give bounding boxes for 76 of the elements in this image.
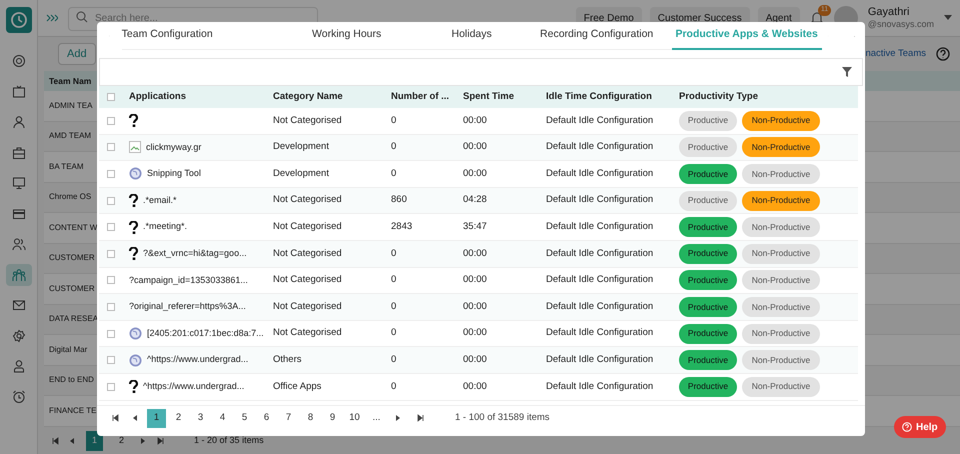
table-cell-text: 00:00: [463, 353, 488, 368]
table-cell: DATA RESEA: [49, 313, 98, 326]
table-cell-text: Others: [273, 353, 303, 368]
table-cell-text: ^https://www.undergrad...: [147, 353, 248, 366]
table-cell-text: Default Idle Configuration: [546, 166, 654, 181]
table-cell-text: Default Idle Configuration: [546, 273, 654, 288]
column-header: Spent Time: [463, 90, 516, 104]
table-cell-text: Default Idle Configuration: [546, 220, 654, 234]
table-cell-text: Default Idle Configuration: [546, 246, 654, 261]
table-cell-text: 0: [391, 114, 398, 128]
column-header: Category Name: [273, 90, 344, 104]
page-summary: 1 - 100 of 31589 items: [455, 410, 550, 425]
table-cell-text: Default Idle Configuration: [546, 326, 654, 340]
table-cell-text: [2405:201:c017:1bec:d8a:7...: [147, 326, 264, 340]
table-cell-text: Snipping Tool: [147, 167, 201, 180]
table-cell-text: Default Idle Configuration: [546, 353, 654, 368]
table-cell-text: ?&ext_vrnc=hi&tag=goo...: [143, 247, 247, 260]
table-cell-text: Default Idle Configuration: [546, 114, 654, 128]
table-cell: FINANCE TE: [49, 404, 96, 417]
column-header: Applications: [129, 90, 188, 104]
table-cell: BA TEAM: [49, 160, 84, 173]
table-cell: CONTENT W: [49, 222, 98, 234]
column-header: Number of ...: [391, 90, 450, 104]
table-cell-text: Not Categorised: [273, 273, 343, 288]
table-cell-text: 0: [391, 273, 398, 288]
table-cell-text: .*email.*: [143, 194, 177, 207]
table-cell-text: 35:47: [463, 220, 488, 234]
table-cell-text: Development: [273, 166, 330, 181]
table-cell: ADMIN TEA: [49, 100, 92, 112]
table-cell: Digital Mar: [49, 344, 88, 356]
table-cell-text: 0: [391, 166, 398, 181]
table-cell-text: Not Categorised: [273, 220, 343, 234]
column-header: Team Nam: [49, 74, 92, 88]
column-header: Productivity Type: [679, 90, 760, 104]
table-cell-text: 00:00: [463, 246, 488, 261]
table-cell-text: 00:00: [463, 114, 488, 128]
table-cell-text: ?campaign_id=1353033861...: [129, 274, 248, 287]
table-cell-text: 0: [391, 246, 398, 261]
table-cell-text: 0: [391, 300, 398, 314]
page-summary: 1 - 20 of 35 items: [194, 434, 264, 447]
table-cell-text: Not Categorised: [273, 326, 343, 340]
table-cell: AMD TEAM: [49, 130, 92, 142]
table-cell-text: 00:00: [463, 300, 488, 314]
table-cell-text: 00:00: [463, 273, 488, 288]
table-cell-text: Not Categorised: [273, 300, 343, 314]
table-cell-text: Office Apps: [273, 380, 322, 394]
table-cell-text: 2843: [391, 220, 414, 234]
table-cell-text: Default Idle Configuration: [546, 380, 654, 394]
table-cell-text: 0: [391, 326, 398, 340]
table-cell: Chrome OS: [49, 191, 92, 204]
user-email: @snovasys.com: [868, 19, 934, 30]
table-cell-text: Default Idle Configuration: [546, 300, 654, 314]
table-cell: CUSTOMER: [49, 282, 95, 295]
table-cell-text: Default Idle Configuration: [546, 140, 654, 154]
table-cell: END to END: [49, 374, 94, 386]
table-cell-text: Development: [273, 140, 330, 154]
column-header: Idle Time Configuration: [546, 90, 653, 104]
user-name: Gayathri: [868, 6, 910, 20]
table-cell-text: 0: [391, 140, 398, 154]
table-cell-text: 00:00: [463, 326, 488, 340]
table-cell-text: Default Idle Configuration: [546, 193, 654, 208]
table-cell-text: 04:28: [463, 193, 488, 208]
table-cell-text: 860: [391, 193, 408, 208]
table-cell-text: 00:00: [463, 166, 488, 181]
table-cell-text: 00:00: [463, 140, 488, 154]
table-cell-text: 0: [391, 380, 398, 394]
table-cell-text: clickmyway.gr: [146, 140, 202, 154]
table-cell-text: 00:00: [463, 380, 488, 394]
table-cell-text: Not Categorised: [273, 246, 343, 261]
table-cell-text: Not Categorised: [273, 114, 343, 128]
table-cell-text: ?original_referer=https%3A...: [129, 300, 246, 314]
table-cell-text: .*meeting*.: [143, 220, 188, 234]
table-cell-text: 0: [391, 353, 398, 368]
table-cell-text: ^https://www.undergrad...: [143, 380, 244, 393]
table-cell-text: Not Categorised: [273, 193, 343, 208]
table-cell: CUSTOMER: [49, 252, 95, 264]
